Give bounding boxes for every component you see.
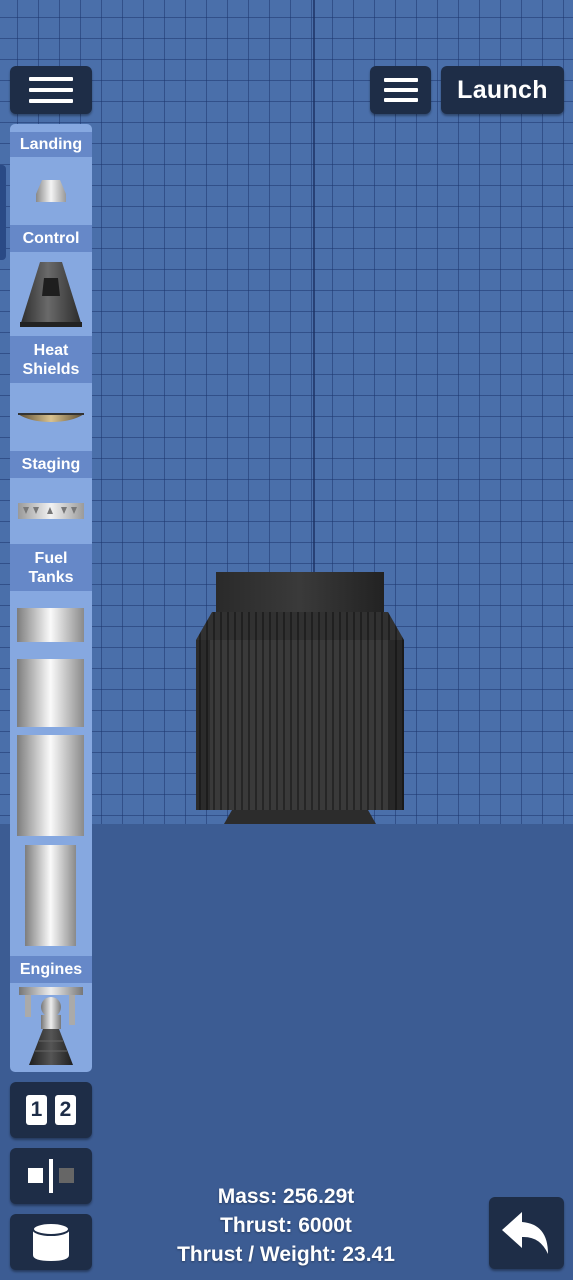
thrust-readout: Thrust: 6000t [220, 1214, 352, 1237]
part-command-pod[interactable] [10, 252, 92, 336]
mass-readout: Mass: 256.29t [217, 1185, 355, 1208]
thrust-weight-readout: Thrust / Weight: 23.41 [177, 1243, 395, 1266]
heat-shield-icon [18, 413, 84, 422]
options-menu-button[interactable] [370, 66, 431, 114]
symmetry-icon [28, 1159, 74, 1193]
part-landing-leg[interactable] [10, 157, 92, 225]
parts-list-button[interactable] [10, 1214, 92, 1270]
rocket-engine-part[interactable] [194, 570, 406, 826]
category-engines[interactable]: Engines [10, 956, 92, 983]
category-fuel-tanks[interactable]: Fuel Tanks [10, 544, 92, 591]
fuel-tank-narrow-icon[interactable] [25, 845, 76, 946]
main-menu-button[interactable] [10, 66, 92, 114]
panel-edge-tab[interactable] [0, 165, 6, 260]
stage-number-1: 1 [26, 1095, 47, 1125]
stage-number-2: 2 [55, 1095, 76, 1125]
category-staging[interactable]: Staging [10, 451, 92, 478]
hamburger-icon [383, 78, 418, 102]
part-separator-ring[interactable] [10, 478, 92, 544]
fuel-tank-medium-icon[interactable] [17, 659, 84, 727]
launch-button[interactable]: Launch [441, 66, 564, 114]
landing-leg-icon [36, 180, 66, 202]
category-heat-shields[interactable]: Heat Shields [10, 336, 92, 383]
rocket-engine-icon [19, 987, 83, 1065]
heat-shields-label: Heat Shields [22, 341, 80, 378]
parts-panel[interactable]: Landing Control Heat Shields Staging Fue… [10, 124, 92, 1072]
fuel-tank-list [17, 608, 84, 946]
part-rocket-engine[interactable] [10, 983, 92, 1069]
symmetry-button[interactable] [10, 1148, 92, 1204]
undo-button[interactable] [489, 1197, 564, 1269]
stage-toggle-button[interactable]: 1 2 [10, 1082, 92, 1138]
fuel-tanks-label: Fuel Tanks [28, 549, 74, 586]
hamburger-icon [29, 77, 73, 103]
fuel-tank-small-icon[interactable] [17, 608, 84, 642]
category-landing[interactable]: Landing [10, 132, 92, 157]
category-control[interactable]: Control [10, 225, 92, 252]
fuel-tank-large-icon[interactable] [17, 735, 84, 836]
separator-ring-icon [18, 503, 84, 519]
undo-arrow-icon [501, 1212, 548, 1254]
part-heat-shield[interactable] [10, 383, 92, 451]
rocket-stats: Mass: 256.29t Thrust: 6000t Thrust / Wei… [150, 1182, 422, 1269]
launch-label: Launch [457, 75, 548, 104]
command-pod-icon [20, 262, 82, 327]
fuel-tank-icon [32, 1222, 70, 1261]
